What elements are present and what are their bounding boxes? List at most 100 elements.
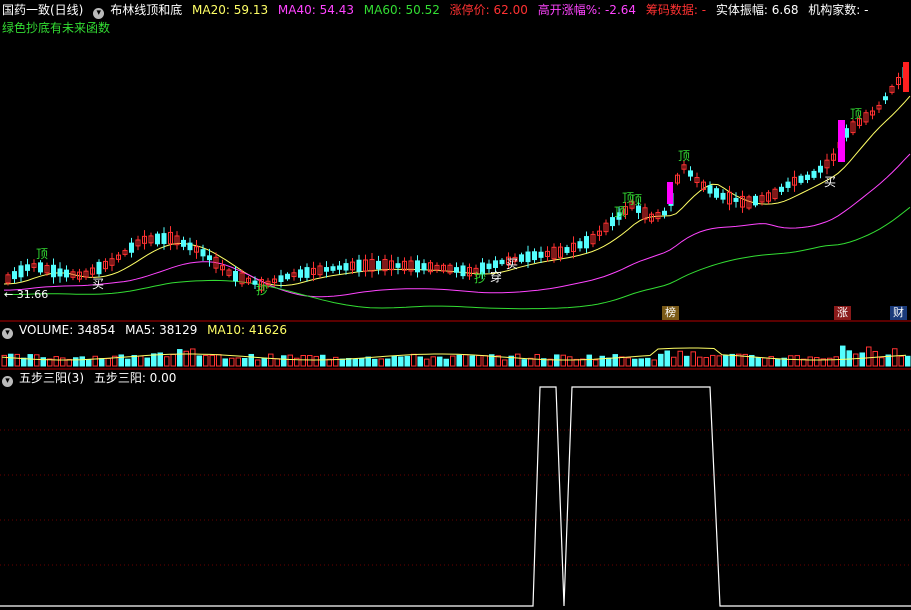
candle xyxy=(298,269,303,278)
candle xyxy=(57,268,63,277)
fivestep-header: ▾ 五步三阳(3) 五步三阳: 0.00 xyxy=(2,370,182,387)
volume-bar xyxy=(612,354,618,367)
candle xyxy=(421,263,427,271)
candle xyxy=(395,263,401,268)
stock-chart[interactable]: 顶顶顶顶顶顶抄抄买买买穿 xyxy=(0,0,911,610)
candle xyxy=(324,267,329,272)
volume-bar xyxy=(27,354,33,367)
top-signal: 顶 xyxy=(614,205,626,219)
candle xyxy=(779,186,784,192)
volume-bar xyxy=(554,354,560,367)
top-signal: 顶 xyxy=(850,107,862,121)
volume-bar xyxy=(242,358,248,367)
candle xyxy=(525,251,531,263)
candle xyxy=(181,239,186,247)
volume-bar xyxy=(859,352,865,367)
volume-bar xyxy=(164,356,170,367)
volume-bar xyxy=(690,351,696,367)
volume-bar xyxy=(534,353,540,367)
candle xyxy=(499,259,505,265)
chevron-down-icon[interactable]: ▾ xyxy=(2,328,13,339)
candle xyxy=(233,270,238,282)
volume-bar xyxy=(664,350,670,367)
volume-bar xyxy=(443,358,449,367)
volume-bar xyxy=(807,356,813,367)
volume-bar xyxy=(79,356,85,367)
finance-badge[interactable]: 财 xyxy=(890,306,907,320)
candle xyxy=(12,271,17,280)
volume-bar xyxy=(352,358,358,367)
volume-bar xyxy=(593,359,599,367)
candle xyxy=(688,170,693,177)
volume-bar xyxy=(879,357,885,367)
candle xyxy=(343,263,349,271)
volume-bar xyxy=(248,353,254,367)
volume-bar xyxy=(281,355,287,367)
candle xyxy=(493,260,498,268)
volume-bar xyxy=(599,355,605,367)
candle xyxy=(811,170,817,178)
volume-bar xyxy=(385,358,391,367)
top-signal: 顶 xyxy=(36,247,48,261)
volume-bar xyxy=(456,354,462,367)
candle xyxy=(454,267,459,273)
candle xyxy=(38,262,43,273)
volume-bar xyxy=(710,354,716,367)
candle xyxy=(304,267,310,278)
volume-bar xyxy=(450,355,456,367)
volume-bar xyxy=(411,353,417,367)
volume-bar xyxy=(398,356,404,367)
volume-bar xyxy=(391,355,397,367)
volume-bar xyxy=(424,358,430,367)
volume-bar xyxy=(729,353,735,367)
list-badge[interactable]: 榜 xyxy=(662,306,679,320)
volume-bar xyxy=(203,354,209,367)
volume-bar xyxy=(131,355,137,367)
candle xyxy=(805,174,810,181)
volume-ma10: MA10: 41626 xyxy=(207,323,288,337)
volume-bar xyxy=(92,355,98,367)
candle xyxy=(356,259,362,272)
volume-bar xyxy=(118,354,124,367)
volume-ma5: MA5: 38129 xyxy=(125,323,198,337)
bottom-signal: 抄 xyxy=(256,283,268,297)
volume-bar xyxy=(40,357,46,367)
fivestep-value: 五步三阳: 0.00 xyxy=(93,371,177,385)
volume-bar xyxy=(703,357,709,367)
volume-bar xyxy=(567,356,573,367)
volume-bar xyxy=(905,355,911,367)
volume-bar xyxy=(235,357,241,367)
volume-bar xyxy=(183,350,189,367)
chevron-down-icon[interactable]: ▾ xyxy=(2,376,13,387)
ma20-line xyxy=(3,95,911,287)
volume-bar xyxy=(619,356,625,367)
volume-bar xyxy=(716,355,722,367)
volume-bar xyxy=(723,355,729,367)
volume-bar xyxy=(560,354,566,367)
highlight-candle xyxy=(667,182,673,204)
candle xyxy=(207,255,212,261)
candle xyxy=(519,254,524,262)
candle xyxy=(798,175,804,183)
low-price-label: ← 31.66 xyxy=(4,288,49,301)
highlight-candle xyxy=(838,120,845,162)
last-candle xyxy=(903,62,909,92)
candle xyxy=(486,263,492,270)
candle xyxy=(460,265,466,277)
candle xyxy=(818,165,823,173)
candle xyxy=(538,251,544,258)
volume-bar xyxy=(60,357,66,367)
volume-bar xyxy=(671,356,677,367)
volume-bar xyxy=(755,357,761,367)
volume-bar xyxy=(53,356,59,367)
fivestep-label[interactable]: 五步三阳(3) xyxy=(19,371,84,385)
candle xyxy=(96,261,102,275)
volume-bar xyxy=(482,355,488,367)
volume-bar xyxy=(814,356,820,367)
volume-bar xyxy=(898,355,904,367)
volume-bar xyxy=(502,359,508,367)
candle xyxy=(785,181,791,188)
volume-bar xyxy=(846,350,852,367)
candle xyxy=(155,233,160,245)
rise-badge[interactable]: 涨 xyxy=(834,306,851,320)
